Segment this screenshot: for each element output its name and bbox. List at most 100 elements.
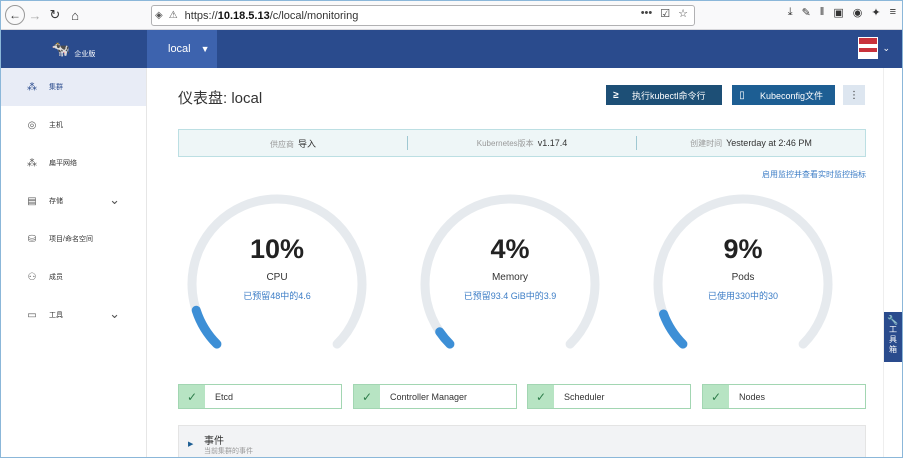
k8s-label: Kubernetes版本 <box>476 138 534 148</box>
provider-value: 导入 <box>297 138 316 149</box>
sidebar-item[interactable]: ⛁ 项目/命名空间 <box>1 220 146 258</box>
sidebar-item[interactable]: ◎ 主机 <box>1 106 146 144</box>
address-bar[interactable]: ◈ ⚠ https://10.18.5.13/c/local/monitorin… <box>151 5 695 26</box>
gauge-detail-link[interactable]: 已预留48中的4.6 <box>185 289 369 302</box>
bookmark-star-icon[interactable]: ☆ <box>678 7 688 20</box>
forward-icon[interactable]: → <box>25 5 45 25</box>
gauge-pods: 9% Pods 已使用330中的30 <box>651 192 835 354</box>
sidebar-item[interactable]: ⁂ 扁平网络 <box>1 144 146 182</box>
kubeconfig-button[interactable]: ▯ Kubeconfig文件 <box>732 85 835 105</box>
sidebar-item[interactable]: ▭ 工具 ⌄ <box>1 296 146 334</box>
warning-lock-icon[interactable]: ⚠ <box>169 10 178 21</box>
browser-tools: ⤓ ✎ ‖ ▣ ◉ ✦ ≡ <box>788 6 896 19</box>
component-label: Etcd <box>215 391 234 402</box>
rancher-logo-icon: 🐄 <box>51 41 71 58</box>
host-icon: ◎ <box>27 119 37 131</box>
gauge-fill <box>191 305 222 349</box>
reload-icon[interactable]: ↻ <box>45 5 65 25</box>
events-panel[interactable]: ▶ 事件 当前集群的事件 <box>178 425 866 457</box>
chevron-down-icon[interactable]: ⌄ <box>109 192 120 208</box>
members-icon: ⚇ <box>27 271 37 283</box>
sidebar-item[interactable]: ▤ 存储 ⌄ <box>1 182 146 220</box>
file-icon: ▯ <box>739 89 745 101</box>
sidebar-item[interactable]: ⚇ 成员 <box>1 258 146 296</box>
page-title: 仪表盘: local <box>178 90 263 107</box>
chevron-down-icon[interactable]: ⌄ <box>109 306 120 322</box>
sidebar: ⁂ 集群 ◎ 主机 ⁂ 扁平网络 ▤ 存储 ⌄ ⛁ 项目/命名空间 ⚇ 成员 ▭ 工具 ⌄ <box>1 68 147 457</box>
created-label: 创建时间 <box>690 138 723 148</box>
app-window: ← → ↻ ⌂ ◈ ⚠ https://10.18.5.13/c/local/m… <box>0 0 903 458</box>
shield-icon[interactable]: ◈ <box>155 10 163 21</box>
avatar <box>858 37 879 59</box>
menu-icon[interactable]: ≡ <box>890 6 896 19</box>
back-icon[interactable]: ← <box>5 5 25 25</box>
page-scrollbar[interactable] <box>883 68 902 457</box>
extensions-icon[interactable]: ✦ <box>871 6 880 19</box>
gauge-label: Memory <box>491 272 529 283</box>
provider-label: 供应商 <box>269 139 294 149</box>
toolbox-label: 具 <box>889 335 897 344</box>
sidebar-item-label: 项目/命名空间 <box>49 236 93 243</box>
component-label: Scheduler <box>564 391 605 402</box>
more-actions-button[interactable]: ⋮ <box>843 85 865 105</box>
app-header: 🐄 企业版 local ▼ ⌄ <box>1 30 902 68</box>
component-status: ✓ Nodes <box>702 384 866 409</box>
user-menu[interactable]: ⌄ <box>858 37 890 59</box>
url-text[interactable]: https://10.18.5.13/c/local/monitoring <box>185 10 359 22</box>
cluster-name: local <box>168 43 191 55</box>
download-icon[interactable]: ⤓ <box>788 6 793 19</box>
sidebar-item-label: 工具 <box>49 312 63 319</box>
sidebar-item-label: 扁平网络 <box>49 160 77 167</box>
chevron-down-icon: ▼ <box>200 44 210 54</box>
sidebar-item-label: 集群 <box>49 84 63 91</box>
account-icon[interactable]: ◉ <box>853 6 863 19</box>
expand-triangle-icon[interactable]: ▶ <box>188 440 193 448</box>
check-icon: ✓ <box>354 385 380 408</box>
tools-icon: ▭ <box>27 309 37 321</box>
kubectl-button-label: 执行kubectl命令行 <box>632 90 706 101</box>
cluster-info-bar: 供应商 导入 Kubernetes版本 v1.17.4 创建时间 Yesterday … <box>178 129 866 157</box>
sidebar-item-label: 成员 <box>49 274 63 281</box>
component-status: ✓ Controller Manager <box>353 384 517 409</box>
cluster-selector[interactable]: local ▼ <box>147 30 217 68</box>
reader-icon[interactable]: ▣ <box>833 6 843 19</box>
kubectl-button[interactable]: ≥ 执行kubectl命令行 <box>606 85 722 105</box>
pocket-icon[interactable]: ☑ <box>660 7 670 20</box>
events-title: 事件 <box>204 436 224 447</box>
kubeconfig-button-label: Kubeconfig文件 <box>760 90 824 101</box>
edit-icon[interactable]: ✎ <box>802 6 811 19</box>
created-info: 创建时间 Yesterday at 2:46 PM <box>637 138 865 149</box>
gauge-value: 10% <box>249 234 305 264</box>
sidebar-item-label: 主机 <box>49 122 63 129</box>
component-label: Nodes <box>739 391 766 402</box>
wrench-icon: 🔧 <box>887 315 899 325</box>
gauge-fill <box>659 309 688 349</box>
gauge-value: 9% <box>723 234 763 264</box>
gauge-detail-link[interactable]: 已预留93.4 GiB中的3.9 <box>418 289 602 302</box>
provider-info: 供应商 导入 <box>179 137 407 150</box>
sidebar-item[interactable]: ⁂ 集群 <box>1 68 146 106</box>
gauge-memory: 4% Memory 已预留93.4 GiB中的3.9 <box>418 192 602 354</box>
gauge-value: 4% <box>490 234 530 264</box>
network-icon: ⁂ <box>27 157 37 169</box>
home-icon[interactable]: ⌂ <box>65 5 85 25</box>
page-actions-icon[interactable]: ••• <box>641 7 653 20</box>
check-icon: ✓ <box>179 385 205 408</box>
events-subtitle: 当前集群的事件 <box>204 448 253 455</box>
enable-monitoring-link[interactable]: 启用监控并查看实时监控指标 <box>762 169 866 180</box>
library-icon[interactable]: ‖ <box>820 6 825 19</box>
gauge-label: Pods <box>731 272 755 283</box>
toolbox-button[interactable]: 🔧 工 具 箱 <box>884 312 902 362</box>
gauge-fill <box>435 327 455 349</box>
check-icon: ✓ <box>528 385 554 408</box>
gauge-cpu: 10% CPU 已预留48中的4.6 <box>185 192 369 354</box>
gauge-label: CPU <box>266 272 288 283</box>
created-value: Yesterday at 2:46 PM <box>726 137 812 148</box>
k8s-value: v1.17.4 <box>537 137 568 148</box>
storage-icon: ▤ <box>27 195 37 207</box>
gauge-detail-link[interactable]: 已使用330中的30 <box>651 289 835 302</box>
component-status: ✓ Scheduler <box>527 384 691 409</box>
brand-logo[interactable]: 🐄 企业版 <box>1 30 146 68</box>
component-status: ✓ Etcd <box>178 384 342 409</box>
chevron-down-icon: ⌄ <box>882 42 890 53</box>
